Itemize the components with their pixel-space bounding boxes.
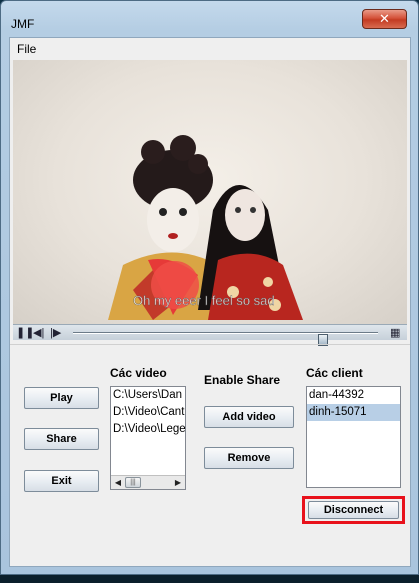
subtitle-text: Oh my eeer I feel so sad: [133, 293, 275, 308]
desktop-background: [0, 575, 419, 583]
list-item[interactable]: D:\Video\Lege: [111, 421, 185, 438]
menu-bar: File: [10, 38, 410, 60]
pause-icon[interactable]: ❚❚: [16, 326, 34, 340]
list-item[interactable]: C:\Users\Dan: [111, 387, 185, 404]
filmstrip-icon[interactable]: ▦: [390, 326, 400, 340]
app-window: JMF ✕ File Oh my eeer I feel so sad ❚❚ ◀…: [0, 0, 419, 575]
seek-bar[interactable]: [73, 332, 378, 346]
menu-file[interactable]: File: [17, 42, 36, 56]
share-button[interactable]: Share: [24, 428, 99, 450]
divider: [10, 344, 410, 345]
enable-share-label: Enable Share: [204, 373, 281, 387]
video-frame-image: Oh my eeer I feel so sad: [108, 135, 303, 320]
client-area: File Oh my eeer I feel so sad ❚❚ ◀| |▶ ▦…: [9, 37, 411, 567]
video-list[interactable]: C:\Users\Dan D:\Video\Cant D:\Video\Lege…: [110, 386, 186, 490]
horizontal-scrollbar[interactable]: ◀ ||| ▶: [111, 475, 185, 489]
playback-controls: ❚❚ ◀| |▶ ▦: [13, 324, 407, 346]
disconnect-button[interactable]: Disconnect: [308, 501, 399, 519]
close-button[interactable]: ✕: [362, 9, 407, 29]
remove-button[interactable]: Remove: [204, 447, 294, 469]
scroll-thumb[interactable]: |||: [125, 477, 141, 488]
client-list-header: Các client: [306, 366, 363, 380]
video-display: Oh my eeer I feel so sad: [13, 60, 407, 324]
scroll-left-icon[interactable]: ◀: [112, 477, 124, 488]
list-item[interactable]: dan-44392: [307, 387, 400, 404]
resize-grip-icon[interactable]: [1, 506, 9, 532]
list-item-selected[interactable]: dinh-15071: [307, 404, 400, 421]
video-list-header: Các video: [110, 366, 167, 380]
step-forward-icon[interactable]: |▶: [50, 326, 61, 340]
exit-button[interactable]: Exit: [24, 470, 99, 492]
step-back-icon[interactable]: ◀|: [33, 326, 44, 340]
client-list[interactable]: dan-44392 dinh-15071: [306, 386, 401, 488]
disconnect-highlight: Disconnect: [302, 496, 405, 524]
play-button[interactable]: Play: [24, 387, 99, 409]
scroll-right-icon[interactable]: ▶: [172, 477, 184, 488]
title-bar[interactable]: JMF ✕: [1, 1, 418, 37]
close-icon: ✕: [379, 11, 390, 26]
window-title: JMF: [11, 17, 35, 31]
list-item[interactable]: D:\Video\Cant: [111, 404, 185, 421]
add-video-button[interactable]: Add video: [204, 406, 294, 428]
